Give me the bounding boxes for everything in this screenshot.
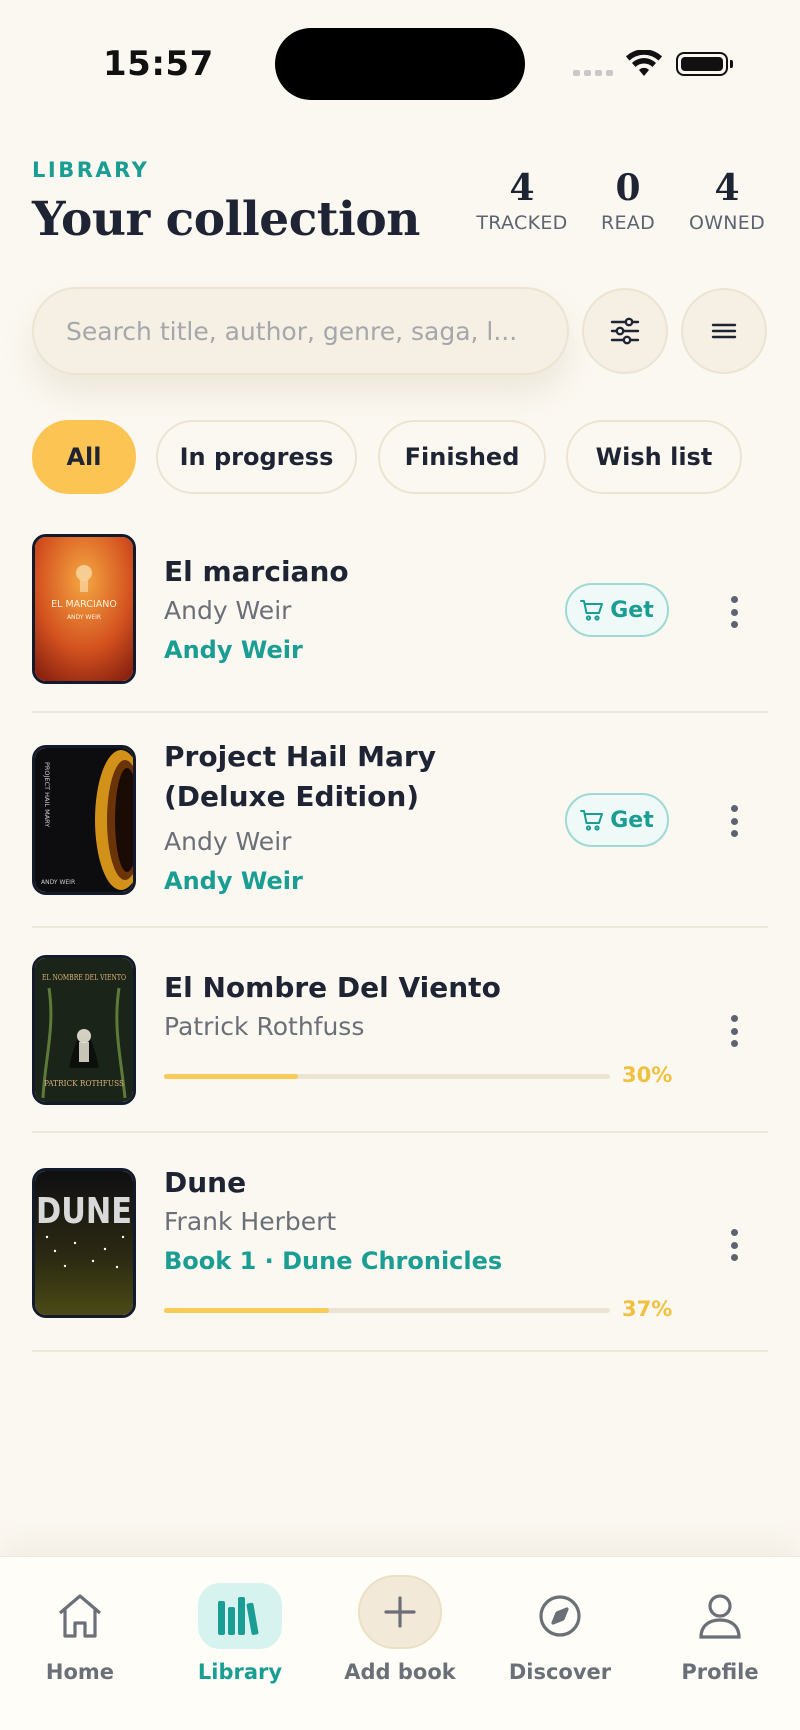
- stat-read: 0 READ: [592, 166, 664, 234]
- more-options-icon[interactable]: [724, 801, 744, 841]
- book-cover: EL NOMBRE DEL VIENTO PATRICK ROTHFUSS: [32, 955, 136, 1105]
- search-input[interactable]: [34, 289, 567, 373]
- add-book-button[interactable]: [358, 1575, 442, 1649]
- user-icon: [699, 1594, 741, 1639]
- cover-title-text: EL MARCIANO: [51, 599, 117, 610]
- nav-library-label: Library: [197, 1660, 283, 1684]
- menu-lines-icon: [711, 323, 737, 339]
- progress-bar: [164, 1074, 610, 1079]
- book-author: Andy Weir: [164, 827, 292, 856]
- stat-owned-label: OWNED: [688, 212, 766, 234]
- get-button[interactable]: Get: [565, 583, 669, 637]
- plus-icon: [384, 1596, 416, 1628]
- book-cover: PROJECT HAIL MARY ANDY WEIR: [32, 745, 136, 895]
- cart-icon: [580, 600, 604, 621]
- more-options-icon[interactable]: [724, 592, 744, 632]
- cover-art-dune: DUNE: [35, 1171, 133, 1315]
- home-icon: [58, 1594, 102, 1638]
- dynamic-island: [275, 28, 525, 100]
- book-series[interactable]: Andy Weir: [164, 636, 303, 664]
- book-title: Dune: [164, 1166, 247, 1199]
- filter-chip-finished[interactable]: Finished: [378, 420, 546, 494]
- cellular-signal-icon: [573, 70, 613, 76]
- book-author: Frank Herbert: [164, 1207, 337, 1236]
- bottom-nav: Home Library Add book Discover Profile: [0, 1556, 800, 1730]
- book-title: El marciano: [164, 555, 349, 588]
- stat-owned: 4 OWNED: [682, 166, 772, 234]
- book-cover: EL MARCIANO ANDY WEIR: [32, 534, 136, 684]
- search-bar: [32, 287, 569, 375]
- sliders-icon: [610, 317, 640, 345]
- stat-read-value: 0: [615, 167, 641, 209]
- stat-tracked-label: TRACKED: [476, 212, 568, 234]
- nav-profile-label: Profile: [681, 1660, 759, 1684]
- section-eyebrow: LIBRARY: [32, 158, 150, 182]
- nav-home-label: Home: [45, 1660, 115, 1684]
- progress-fill: [164, 1308, 330, 1313]
- progress-bar: [164, 1308, 610, 1313]
- status-bar: 15:57: [0, 0, 800, 120]
- cover-author-text: ANDY WEIR: [41, 879, 75, 886]
- stat-owned-value: 4: [714, 167, 740, 209]
- book-title: El Nombre Del Viento: [164, 971, 501, 1004]
- more-options-icon[interactable]: [724, 1011, 744, 1051]
- book-author: Andy Weir: [164, 596, 292, 625]
- page-title: Your collection: [32, 192, 420, 247]
- stat-tracked: 4 TRACKED: [470, 166, 574, 234]
- book-row[interactable]: PROJECT HAIL MARY ANDY WEIR Project Hail…: [32, 713, 768, 928]
- filter-chip-wish-list[interactable]: Wish list: [566, 420, 742, 494]
- book-series[interactable]: Andy Weir: [164, 867, 303, 895]
- cover-title-text: EL NOMBRE DEL VIENTO: [42, 973, 126, 982]
- filter-chip-all[interactable]: All: [32, 420, 136, 494]
- stat-tracked-value: 4: [509, 167, 535, 209]
- cover-title-text: PROJECT HAIL MARY: [43, 762, 51, 827]
- library-icon: [218, 1597, 259, 1635]
- status-time: 15:57: [103, 44, 214, 84]
- book-author: Patrick Rothfuss: [164, 1012, 365, 1041]
- cover-author-text: PATRICK ROTHFUSS: [44, 1079, 124, 1088]
- cover-title-text: DUNE: [36, 1191, 132, 1232]
- get-button-label: Get: [610, 807, 654, 833]
- filter-button[interactable]: [582, 288, 668, 374]
- sort-button[interactable]: [681, 288, 767, 374]
- book-row[interactable]: DUNE Dune Frank Herbert Book 1 · Dune Ch…: [32, 1133, 768, 1352]
- progress-percent: 30%: [622, 1063, 673, 1087]
- battery-icon: [676, 52, 733, 76]
- more-options-icon[interactable]: [724, 1225, 744, 1265]
- book-row[interactable]: EL NOMBRE DEL VIENTO PATRICK ROTHFUSS El…: [32, 928, 768, 1133]
- book-title: Project Hail Mary (Deluxe Edition): [164, 740, 436, 813]
- filter-chip-in-progress[interactable]: In progress: [156, 420, 357, 494]
- progress-fill: [164, 1074, 298, 1079]
- nav-discover-label: Discover: [508, 1660, 612, 1684]
- wifi-icon: [626, 50, 662, 76]
- book-row[interactable]: EL MARCIANO ANDY WEIR El marciano Andy W…: [32, 520, 768, 713]
- cover-art-el-nombre-del-viento: EL NOMBRE DEL VIENTO PATRICK ROTHFUSS: [35, 958, 133, 1102]
- get-button[interactable]: Get: [565, 793, 669, 847]
- cart-icon: [580, 810, 604, 831]
- stat-read-label: READ: [600, 212, 656, 234]
- cover-author-text: ANDY WEIR: [67, 614, 101, 621]
- cover-art-project-hail-mary: PROJECT HAIL MARY ANDY WEIR: [35, 748, 133, 892]
- book-series[interactable]: Book 1 · Dune Chronicles: [164, 1247, 502, 1275]
- progress-percent: 37%: [622, 1297, 673, 1321]
- nav-add-book-label: Add book: [344, 1660, 456, 1684]
- cover-art-el-marciano: EL MARCIANO ANDY WEIR: [35, 537, 133, 681]
- compass-icon: [539, 1595, 581, 1637]
- get-button-label: Get: [610, 597, 654, 623]
- book-cover: DUNE: [32, 1168, 136, 1318]
